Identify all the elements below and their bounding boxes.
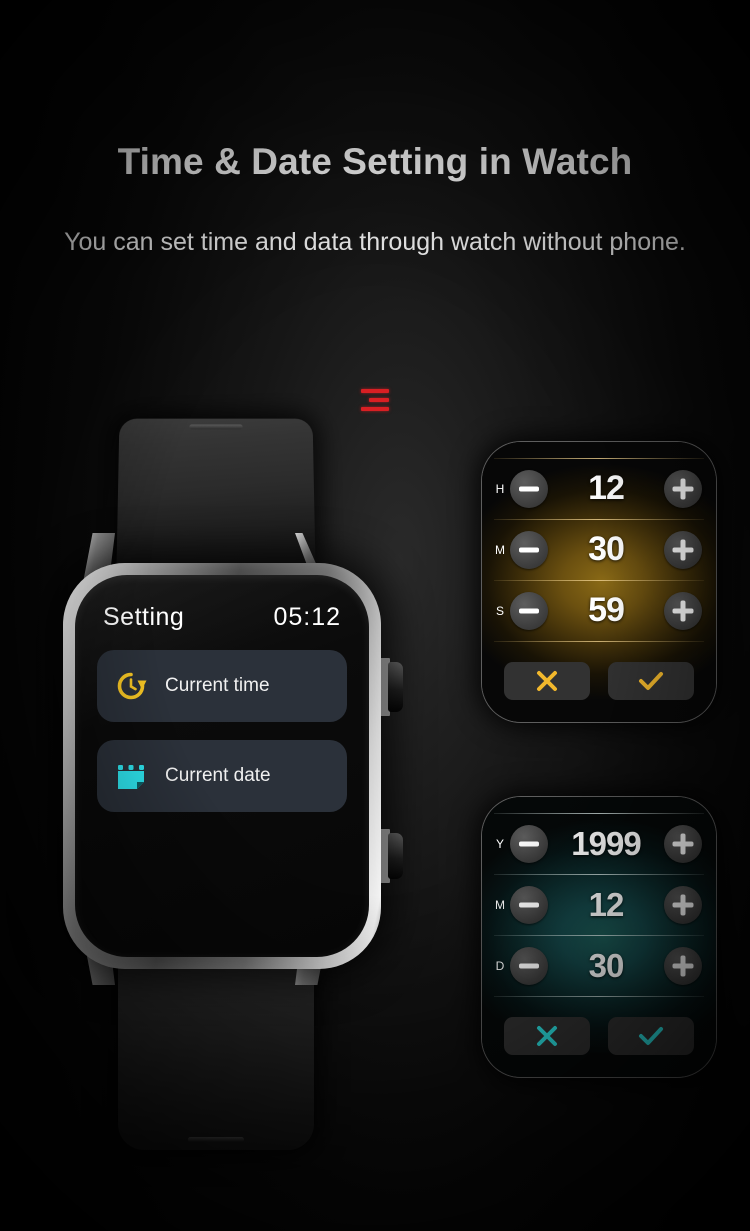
page-background: Time & Date Setting in Watch You can set… (0, 0, 750, 1231)
crown-upper-body (388, 662, 403, 712)
red-bar-1 (361, 389, 389, 393)
watch-strap-top (116, 418, 316, 568)
page-title: Time & Date Setting in Watch (117, 141, 633, 182)
second-decrement-button[interactable] (510, 591, 548, 630)
stepper-row-year: Y 1999 (482, 813, 716, 874)
time-panel-actions (482, 662, 716, 700)
row-divider-bottom (494, 996, 704, 997)
settings-title: Setting (103, 603, 185, 631)
minute-increment-button[interactable] (664, 530, 702, 569)
second-value: 59 (588, 591, 625, 629)
hour-increment-button[interactable] (664, 469, 702, 508)
second-increment-button[interactable] (664, 591, 702, 630)
hour-decrement-button[interactable] (510, 469, 548, 508)
calendar-icon (115, 760, 147, 792)
stepper-row-minute: M 30 (482, 519, 716, 580)
list-item-label: Current time (165, 675, 270, 696)
status-bar-time: 05:12 (273, 603, 341, 631)
year-increment-button[interactable] (664, 824, 702, 863)
year-decrement-button[interactable] (510, 824, 548, 863)
page-subtitle: You can set time and data through watch … (64, 228, 686, 256)
row-label-second: S (495, 603, 504, 618)
stepper-row-day: D 30 (482, 935, 716, 996)
time-cancel-button[interactable] (504, 662, 590, 700)
smartwatch-product-image: Setting 05:12 Current time Current date (55, 405, 415, 1165)
row-label-month: M (495, 897, 505, 912)
date-panel-actions (482, 1017, 716, 1055)
watch-case: Setting 05:12 Current time Current date (63, 563, 381, 969)
list-item-label: Current date (165, 765, 271, 786)
close-icon (537, 671, 557, 691)
list-item-current-time[interactable]: Current time (97, 650, 347, 722)
watch-screen-header: Setting 05:12 (97, 603, 347, 632)
time-stepper-rows: H 12 M 30 S 59 (482, 458, 716, 642)
minute-decrement-button[interactable] (510, 530, 548, 569)
row-label-minute: M (495, 542, 505, 557)
crown-button-lower[interactable] (378, 829, 403, 883)
clock-restore-icon (115, 670, 147, 702)
month-value: 12 (588, 885, 625, 923)
stepper-row-hour: H 12 (482, 458, 716, 519)
year-value: 1999 (571, 824, 641, 862)
date-confirm-button[interactable] (608, 1017, 694, 1055)
check-icon (639, 1027, 663, 1045)
month-increment-button[interactable] (664, 885, 702, 924)
row-label-day: D (495, 958, 505, 973)
stepper-row-month: M 12 (482, 874, 716, 935)
watch-strap-bottom (118, 965, 314, 1150)
minute-value: 30 (588, 530, 625, 568)
time-setting-panel: H 12 M 30 S 59 (481, 441, 717, 723)
row-divider-bottom (494, 641, 704, 642)
row-label-hour: H (495, 481, 505, 496)
row-label-year: Y (495, 836, 504, 851)
red-bar-2 (369, 398, 389, 402)
crown-lower-body (388, 833, 403, 879)
date-setting-panel: Y 1999 M 12 D 30 (481, 796, 717, 1078)
list-item-current-date[interactable]: Current date (97, 740, 347, 812)
month-decrement-button[interactable] (510, 885, 548, 924)
crown-button-upper[interactable] (378, 658, 403, 716)
hour-value: 12 (588, 469, 625, 507)
day-increment-button[interactable] (664, 946, 702, 985)
check-icon (639, 672, 663, 690)
time-confirm-button[interactable] (608, 662, 694, 700)
watch-screen: Setting 05:12 Current time Current date (75, 575, 369, 957)
day-value: 30 (588, 946, 625, 984)
watch-ui: Setting 05:12 Current time Current date (75, 575, 369, 957)
close-icon (537, 1026, 557, 1046)
day-decrement-button[interactable] (510, 946, 548, 985)
stepper-row-second: S 59 (482, 580, 716, 641)
date-cancel-button[interactable] (504, 1017, 590, 1055)
date-stepper-rows: Y 1999 M 12 D 30 (482, 813, 716, 997)
